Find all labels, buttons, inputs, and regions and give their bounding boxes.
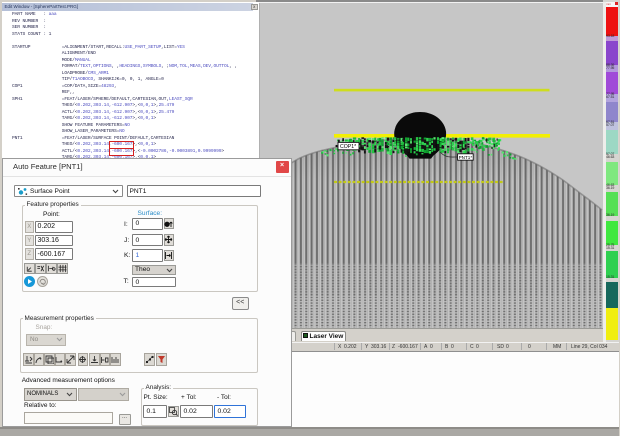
svg-text:COP1*: COP1* — [340, 144, 356, 150]
svg-text:PNT1*: PNT1* — [459, 155, 473, 160]
